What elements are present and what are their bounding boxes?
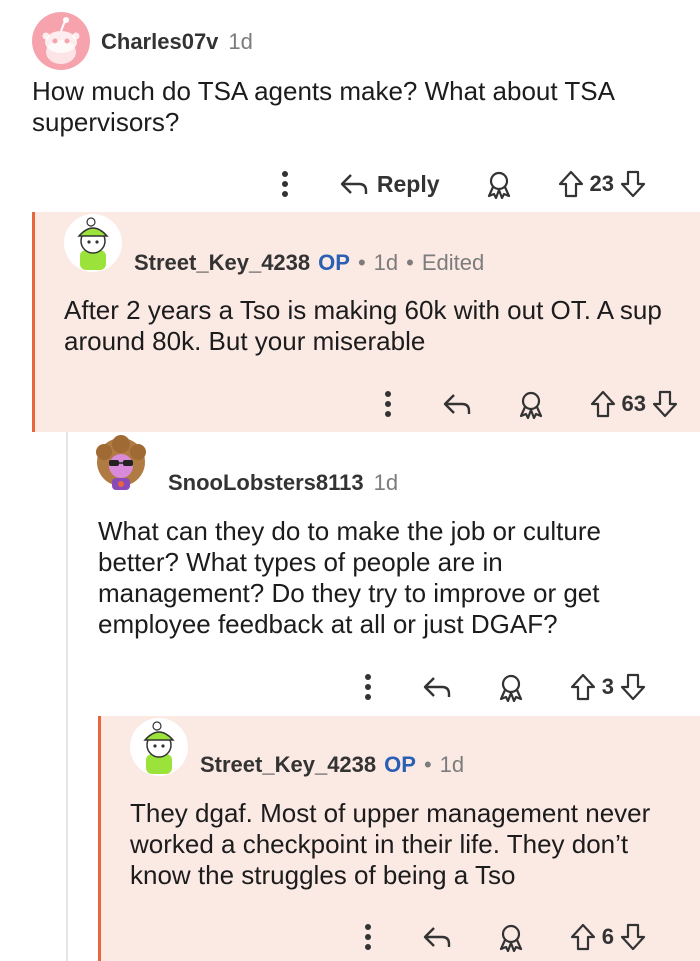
comment-text: They dgaf. Most of upper management neve… — [130, 798, 651, 890]
comment-1: Charles07v 1d How much do TSA agents mak… — [0, 0, 700, 212]
downvote-icon[interactable] — [620, 923, 646, 951]
award-icon[interactable] — [484, 169, 514, 199]
reply-label: Reply — [376, 170, 440, 197]
more-options-icon[interactable] — [275, 170, 295, 198]
op-highlight-bar — [98, 716, 101, 961]
vote-count: 6 — [601, 924, 614, 949]
vote-count: 3 — [601, 674, 614, 699]
downvote-icon[interactable] — [620, 673, 646, 701]
comment-text: How much do TSA agents make? What about … — [32, 76, 614, 137]
reply-arrow-icon — [339, 172, 369, 196]
more-options-icon[interactable] — [378, 390, 398, 418]
separator: • — [406, 250, 414, 275]
vote-controls: 3 — [570, 673, 646, 701]
vote-controls: 23 — [558, 170, 646, 198]
comment-text: After 2 years a Tso is making 60k with o… — [64, 295, 662, 356]
separator: • — [423, 752, 432, 777]
edited-label: Edited — [421, 250, 485, 275]
op-highlight-bar — [32, 212, 35, 432]
upvote-icon[interactable] — [558, 170, 584, 198]
comment-actions: 63 — [378, 384, 678, 424]
comment-meta: SnooLobsters8113 1d — [168, 470, 398, 496]
comment-3: SnooLobsters8113 1d What can they do to … — [66, 432, 700, 716]
avatar[interactable] — [92, 434, 150, 492]
vote-count: 63 — [621, 391, 646, 416]
reply-arrow-icon[interactable] — [422, 675, 452, 699]
comment-4: Street_Key_4238 OP • 1d They dgaf. Most … — [98, 716, 700, 961]
timestamp: 1d — [373, 470, 399, 495]
award-icon[interactable] — [496, 922, 526, 952]
username[interactable]: SnooLobsters8113 — [168, 470, 364, 496]
upvote-icon[interactable] — [590, 390, 616, 418]
timestamp: 1d — [228, 29, 253, 54]
reply-button[interactable]: Reply — [339, 171, 440, 198]
more-options-icon[interactable] — [358, 923, 378, 951]
downvote-icon[interactable] — [652, 390, 678, 418]
reply-arrow-icon[interactable] — [422, 925, 452, 949]
timestamp: 1d — [439, 752, 465, 777]
comment-actions: 6 — [358, 917, 646, 957]
avatar[interactable] — [32, 12, 90, 70]
vote-controls: 63 — [590, 390, 678, 418]
op-badge: OP — [318, 250, 350, 275]
comment-meta: Street_Key_4238 OP • 1d • Edited — [134, 250, 484, 276]
vote-count: 23 — [589, 171, 614, 196]
upvote-icon[interactable] — [570, 673, 596, 701]
separator: • — [357, 250, 366, 275]
reply-arrow-icon[interactable] — [442, 392, 472, 416]
vote-controls: 6 — [570, 923, 646, 951]
award-icon[interactable] — [496, 672, 526, 702]
username[interactable]: Charles07v — [101, 29, 218, 55]
comment-2: Street_Key_4238 OP • 1d • Edited After 2… — [32, 212, 700, 432]
comment-meta: Charles07v 1d — [101, 29, 253, 55]
comment-actions: Reply 23 — [275, 164, 646, 204]
username[interactable]: Street_Key_4238 — [134, 250, 310, 276]
timestamp: 1d — [373, 250, 399, 275]
comment-text: What can they do to make the job or cult… — [98, 516, 601, 639]
comment-meta: Street_Key_4238 OP • 1d — [200, 752, 464, 778]
avatar[interactable] — [130, 718, 188, 776]
avatar[interactable] — [64, 214, 122, 272]
op-badge: OP — [384, 752, 416, 777]
username[interactable]: Street_Key_4238 — [200, 752, 376, 778]
upvote-icon[interactable] — [570, 923, 596, 951]
comment-actions: 3 — [358, 667, 646, 707]
more-options-icon[interactable] — [358, 673, 378, 701]
downvote-icon[interactable] — [620, 170, 646, 198]
award-icon[interactable] — [516, 389, 546, 419]
